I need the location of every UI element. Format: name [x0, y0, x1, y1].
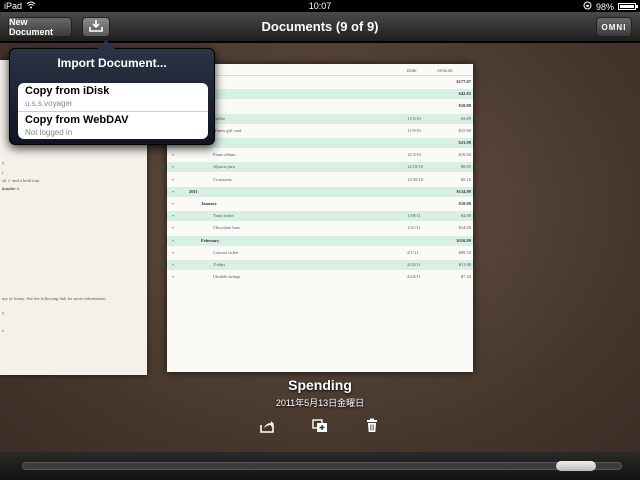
status-time: 10:07 — [308, 1, 332, 11]
disclosure-triangle-icon[interactable]: ▾ — [172, 201, 174, 206]
table-row: ▾ 2011 $134.99 — [167, 186, 473, 197]
option-label: Copy from iDisk — [25, 85, 110, 97]
row-label: Croissants — [213, 176, 232, 182]
row-amount: $11.00 — [458, 262, 471, 267]
row-label: Chocolate bars — [213, 225, 240, 231]
row-label: Concert ticket — [213, 249, 239, 255]
option-label: Copy from WebDAV — [25, 114, 129, 126]
omni-button[interactable]: OMNI — [596, 17, 632, 37]
row-date: 1/18/11 — [407, 213, 421, 219]
document-scrubber-bar — [0, 452, 640, 480]
row-amount: $177.07 — [456, 79, 471, 84]
row-date: 12/30/10 — [407, 176, 424, 182]
duplicate-icon — [312, 418, 328, 438]
battery-icon — [618, 3, 638, 10]
disclosure-triangle-icon[interactable]: ▾ — [172, 189, 174, 194]
row-date: 2/24/11 — [407, 274, 421, 280]
share-button[interactable] — [258, 420, 276, 436]
row-date: 12/3/10 — [407, 152, 421, 158]
disclosure-triangle-icon[interactable]: ▾ — [172, 250, 174, 255]
column-amount: Amount — [437, 68, 453, 73]
document-date: 2011年5月13日金曜日 — [275, 398, 365, 408]
table-row: ▾ Alpaca yarn 12/10/10 $8.85 — [167, 162, 473, 173]
popover-title: Import Document... — [57, 56, 167, 70]
table-row: ▾ Ukulele strings 2/24/11 $7.44 — [167, 272, 473, 282]
row-amount: $98.55 — [458, 249, 471, 255]
row-amount: $42.83 — [458, 91, 471, 97]
row-date: 12/10/10 — [407, 164, 424, 170]
row-label: January — [201, 201, 218, 206]
row-amount: $23.99 — [458, 140, 471, 145]
status-bar: iPad 10:07 98% — [0, 0, 640, 12]
scrubber-thumb[interactable] — [556, 461, 596, 471]
orientation-lock-icon — [583, 1, 592, 12]
row-amount: $18.89 — [458, 103, 471, 109]
import-document-popover: Import Document... Copy from iDisk u.s.s… — [9, 40, 215, 145]
import-webdav-option[interactable]: Copy from WebDAV Not logged in — [18, 111, 208, 139]
table-row: ▾ Chocolate bars 1/21/11 $14.00 — [167, 223, 473, 233]
disclosure-triangle-icon[interactable]: ▾ — [172, 274, 174, 279]
row-amount: $3.89 — [460, 115, 471, 121]
document-title[interactable]: Spending — [0, 377, 640, 393]
row-label: Piano album — [213, 152, 236, 158]
text-line: ck ✓ and a bold font. — [2, 178, 41, 183]
disclosure-triangle-icon[interactable]: ▾ — [172, 213, 174, 218]
row-amount: $8.85 — [460, 164, 471, 170]
row-amount: $15.00 — [458, 127, 471, 133]
disclosure-triangle-icon[interactable]: ▾ — [172, 152, 174, 157]
disclosure-triangle-icon[interactable]: ▾ — [172, 238, 174, 243]
text-line: y. — [2, 310, 6, 315]
text-line: you see it. — [2, 186, 21, 191]
toolbar: New Document Documents (9 of 9) OMNI — [0, 12, 640, 42]
option-sublabel: u.s.s.voyager — [25, 99, 73, 108]
row-amount: $18.00 — [458, 201, 471, 206]
table-row: ▾ Croissants 12/30/10 $5.10 — [167, 175, 473, 185]
row-label: iTunes gift card — [213, 127, 242, 133]
row-amount: $134.99 — [456, 188, 471, 194]
delete-button[interactable] — [363, 418, 381, 438]
row-date: 1/21/11 — [407, 225, 421, 231]
table-row: ▾ Concert ticket 2/1/11 $98.55 — [167, 248, 473, 258]
share-icon — [259, 419, 275, 438]
row-date: 11/9/10 — [407, 127, 421, 133]
table-row: ▾ January $18.00 — [167, 199, 473, 209]
text-line: e — [2, 328, 4, 333]
row-amount: $4.00 — [460, 213, 471, 219]
popover-arrow — [97, 40, 115, 49]
import-idisk-option[interactable]: Copy from iDisk u.s.s.voyager — [18, 83, 208, 111]
duplicate-button[interactable] — [311, 418, 329, 438]
scrubber-track[interactable] — [22, 462, 622, 470]
disclosure-triangle-icon[interactable]: ▾ — [172, 262, 174, 267]
disclosure-triangle-icon[interactable]: ▾ — [172, 225, 174, 230]
row-label: T-shirt — [213, 262, 225, 267]
table-row: ▾ T-shirt 2/23/11 $11.00 — [167, 260, 473, 270]
column-date: Date — [407, 68, 417, 73]
disclosure-triangle-icon[interactable]: ▾ — [172, 177, 174, 182]
row-label: Ukulele strings — [213, 274, 241, 280]
row-amount: $10.04 — [458, 152, 471, 158]
row-date: 2/1/11 — [407, 249, 419, 255]
row-label: 2011 — [189, 188, 198, 194]
trash-icon — [366, 418, 378, 438]
text-line: ary of forms. See the following link for… — [2, 296, 106, 301]
import-source-list: Copy from iDisk u.s.s.voyager Copy from … — [18, 83, 208, 139]
option-sublabel: Not logged in — [25, 128, 73, 137]
row-amount: $116.99 — [456, 237, 471, 243]
row-label: February — [201, 237, 220, 243]
row-date: 2/23/11 — [407, 262, 421, 267]
row-amount: $7.44 — [460, 274, 471, 280]
table-row: ▾ February $116.99 — [167, 235, 473, 246]
table-row: ▾ Train ticket 1/18/11 $4.00 — [167, 211, 473, 222]
row-label: Train ticket — [213, 213, 234, 219]
text-line: t — [2, 170, 4, 175]
disclosure-triangle-icon[interactable]: ▾ — [172, 164, 174, 169]
row-amount: $5.10 — [460, 176, 471, 182]
row-date: 11/5/10 — [407, 115, 421, 121]
page-title: Documents (9 of 9) — [261, 19, 379, 34]
row-label: Alpaca yarn — [213, 164, 235, 170]
text-line: y. — [2, 160, 6, 165]
battery-percent: 98% — [595, 1, 614, 12]
row-amount: $14.00 — [458, 225, 471, 231]
table-row: ▾ Piano album 12/3/10 $10.04 — [167, 150, 473, 160]
